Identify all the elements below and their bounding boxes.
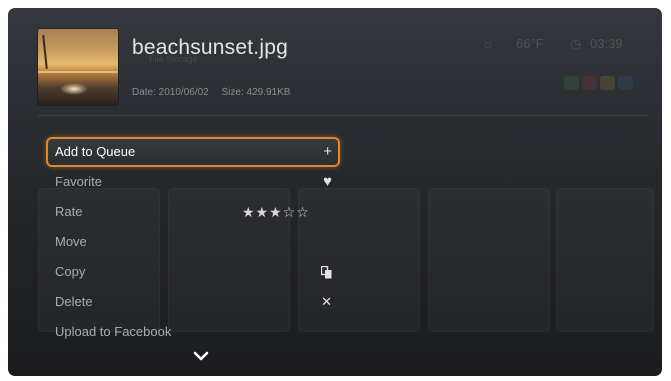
menu-item-rate[interactable]: Rate ★★★☆☆ [46,197,340,227]
sun-icon: ☼ [482,36,494,51]
blue-button-icon [618,76,633,90]
clock-time: 03:39 [590,36,623,51]
heart-icon: ♥ [323,173,332,190]
file-date: Date: 2010/06/02 [132,87,209,98]
beach-sunset-thumbnail [38,29,118,105]
options-menu: Add to Queue + Favorite ♥ Rate ★★★☆☆ Mov… [46,137,340,347]
file-title: beachsunset.jpg [132,36,288,59]
background-color-buttons [564,76,633,90]
copy-icon [320,257,332,287]
menu-item-label: Upload to Facebook [55,324,172,339]
menu-item-label: Add to Queue [55,144,136,159]
header-divider [38,115,648,116]
chevron-down-icon[interactable] [193,351,209,361]
menu-item-label: Delete [55,294,93,309]
delete-x-icon: ✕ [321,294,332,309]
menu-item-move[interactable]: Move [46,227,340,257]
menu-item-add-to-queue[interactable]: Add to Queue + [46,137,340,167]
menu-item-label: Copy [55,264,86,279]
menu-item-label: Favorite [55,174,102,189]
menu-item-favorite[interactable]: Favorite ♥ [46,167,340,197]
clock-icon: ◷ [570,36,582,51]
menu-item-label: Rate [55,204,83,219]
star-rating-icon[interactable]: ★★★☆☆ [242,197,310,227]
menu-item-upload-to-facebook[interactable]: Upload to Facebook [46,317,340,347]
background-tile [556,188,654,332]
green-button-icon [564,76,579,90]
file-size: Size: 429.91KB [221,87,291,98]
menu-item-delete[interactable]: Delete ✕ [46,287,340,317]
options-screen: File Storage ☼ 66°F ◷ 03:39 beachsunset.… [8,8,662,376]
temperature: 66°F [516,36,544,51]
menu-item-label: Move [55,234,87,249]
plus-icon: + [323,143,332,160]
file-meta: Date: 2010/06/02 Size: 429.91KB [132,87,290,98]
background-tile [428,188,550,332]
red-button-icon [582,76,597,90]
yellow-button-icon [600,76,615,90]
menu-item-copy[interactable]: Copy [46,257,340,287]
